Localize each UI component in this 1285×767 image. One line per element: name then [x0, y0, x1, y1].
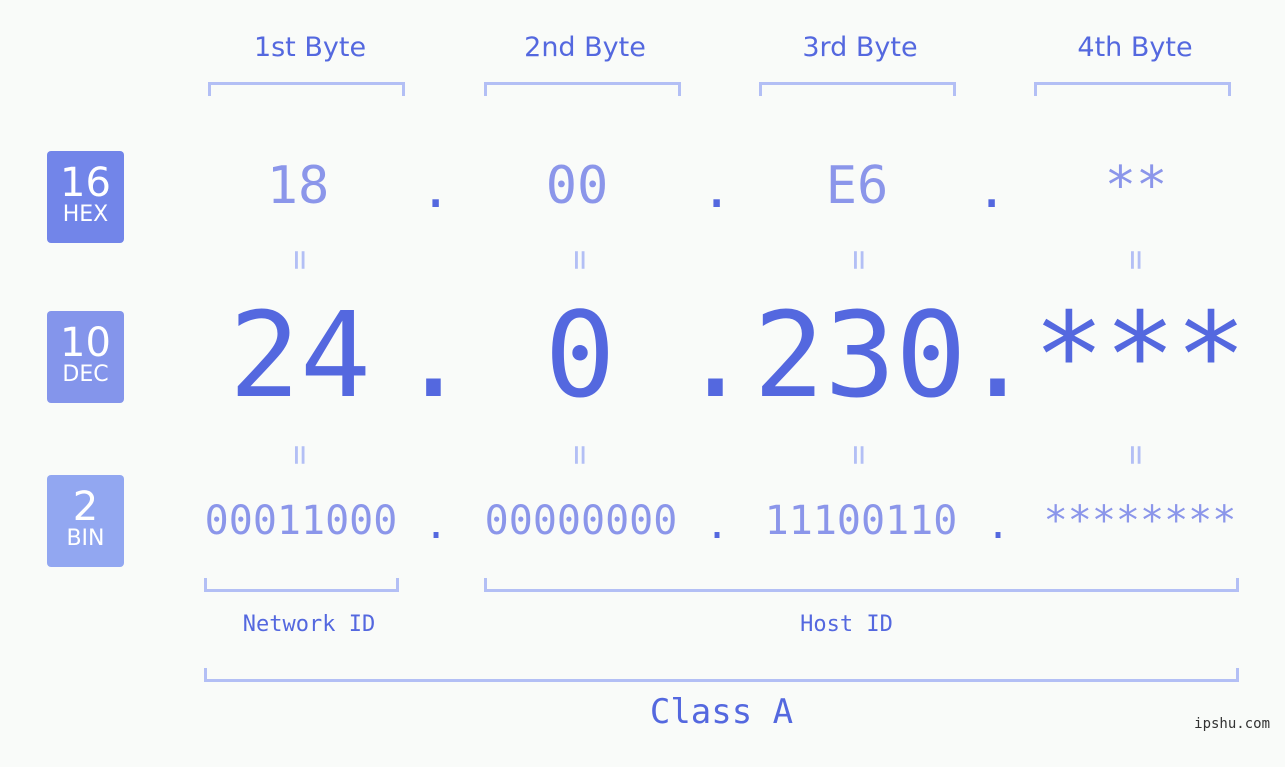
equals-icon: =: [1116, 249, 1156, 271]
class-label: Class A: [649, 692, 794, 732]
byte-bracket-3: [759, 82, 956, 96]
network-id-label: Network ID: [242, 612, 376, 637]
equals-icon: =: [839, 249, 879, 271]
bin-octet-1: 00011000: [204, 498, 398, 544]
hex-badge-label: HEX: [62, 202, 109, 227]
dec-octet-2: 0: [544, 286, 616, 424]
bin-octet-4: ********: [1043, 498, 1237, 544]
bin-badge-label: BIN: [66, 526, 105, 551]
byte-bracket-4: [1034, 82, 1231, 96]
hex-dot-3: .: [976, 160, 1008, 220]
dec-octet-4: ***: [1033, 286, 1247, 424]
byte-header-4: 4th Byte: [1077, 32, 1193, 63]
hex-octet-4: **: [1104, 156, 1168, 216]
bin-octet-3: 11100110: [764, 498, 958, 544]
dec-badge: 10 DEC: [47, 311, 124, 403]
byte-bracket-2: [484, 82, 681, 96]
equals-icon: =: [560, 444, 600, 466]
host-id-bracket: [484, 578, 1239, 592]
class-bracket: [204, 668, 1239, 682]
byte-header-3: 3rd Byte: [802, 32, 918, 63]
bin-dot-3: .: [986, 502, 1011, 548]
hex-dot-1: .: [420, 160, 452, 220]
dec-dot-1: .: [398, 286, 470, 424]
hex-badge: 16 HEX: [47, 151, 124, 243]
bin-dot-1: .: [424, 502, 449, 548]
hex-dot-2: .: [701, 160, 733, 220]
hex-badge-number: 16: [60, 160, 111, 206]
dec-octet-3: 230: [753, 286, 967, 424]
host-id-label: Host ID: [800, 612, 893, 637]
byte-header-1: 1st Byte: [253, 32, 367, 63]
hex-octet-1: 18: [266, 156, 330, 216]
bin-octet-2: 00000000: [484, 498, 678, 544]
dec-badge-label: DEC: [62, 362, 109, 387]
hex-octet-2: 00: [545, 156, 609, 216]
bin-dot-2: .: [705, 502, 730, 548]
equals-icon: =: [839, 444, 879, 466]
dec-badge-number: 10: [60, 320, 111, 366]
byte-header-2: 2nd Byte: [524, 32, 646, 63]
byte-bracket-1: [208, 82, 405, 96]
bin-badge-number: 2: [72, 484, 99, 530]
bin-badge: 2 BIN: [47, 475, 124, 567]
network-id-bracket: [204, 578, 399, 592]
watermark: ipshu.com: [1194, 716, 1270, 732]
equals-icon: =: [560, 249, 600, 271]
equals-icon: =: [1116, 444, 1156, 466]
equals-icon: =: [280, 444, 320, 466]
dec-octet-1: 24: [228, 286, 372, 424]
hex-octet-3: E6: [825, 156, 889, 216]
equals-icon: =: [280, 249, 320, 271]
